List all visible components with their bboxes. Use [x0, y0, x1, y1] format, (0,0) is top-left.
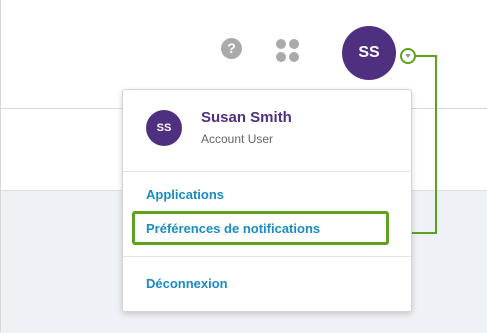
user-name: Susan Smith: [201, 109, 292, 126]
menu-item-applications[interactable]: Applications: [146, 187, 224, 202]
chevron-down-icon[interactable]: [400, 48, 416, 64]
apps-grid-icon[interactable]: [276, 39, 300, 63]
dropdown-avatar: SS: [146, 110, 182, 146]
help-icon[interactable]: ?: [221, 38, 242, 59]
apps-grid-dot: [289, 52, 299, 62]
apps-grid-dot: [276, 39, 286, 49]
menu-item-notification-preferences[interactable]: Préférences de notifications: [146, 221, 320, 236]
user-dropdown-menu: SS Susan Smith Account User Applications…: [122, 89, 412, 312]
apps-grid-dot: [289, 39, 299, 49]
user-role: Account User: [201, 132, 274, 146]
menu-divider: [123, 171, 411, 172]
menu-divider: [123, 256, 411, 257]
menu-item-logout[interactable]: Déconnexion: [146, 276, 228, 291]
user-avatar-button[interactable]: SS: [342, 26, 396, 80]
apps-grid-dot: [276, 52, 286, 62]
